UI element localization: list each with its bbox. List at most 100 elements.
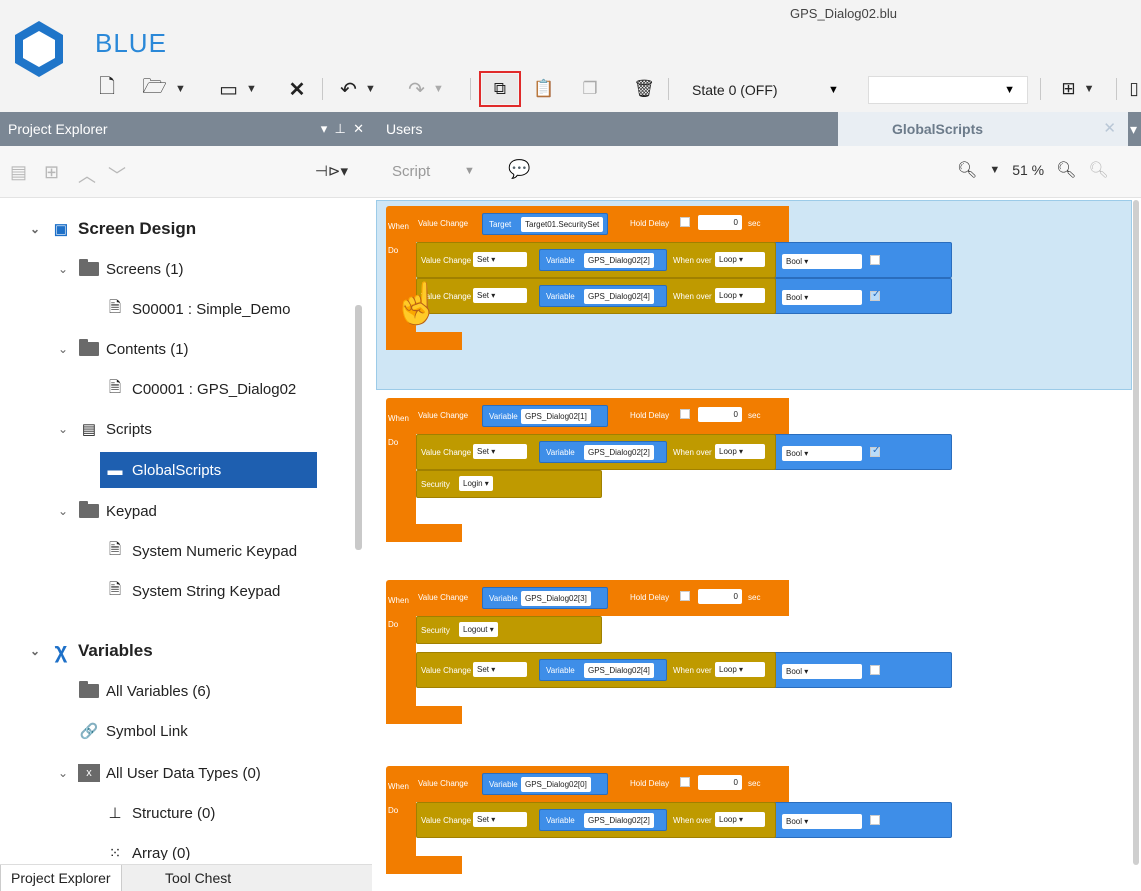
chevron-down-icon[interactable]: ▼ bbox=[828, 76, 839, 104]
op-select[interactable]: Set ▾ bbox=[473, 288, 527, 303]
pin-icon[interactable]: ⊣⊳▾ bbox=[315, 162, 348, 180]
add-item-icon[interactable]: ▤ bbox=[10, 162, 27, 183]
duplicate-icon[interactable]: ❐ bbox=[574, 74, 606, 104]
tab-overflow-icon[interactable]: ▾ bbox=[1128, 112, 1141, 146]
security-action[interactable]: Security Login ▾ bbox=[416, 470, 602, 498]
op-select[interactable]: Set ▾ bbox=[473, 662, 527, 677]
script-event-block[interactable]: When Do Value Change Variable GPS_Dialog02[0… bbox=[386, 766, 966, 874]
dtype-select[interactable]: Bool ▾ bbox=[782, 664, 862, 679]
close-icon[interactable]: ✕ bbox=[1103, 112, 1116, 146]
tab-users[interactable]: Users bbox=[372, 112, 652, 146]
dtype-select[interactable]: Bool ▾ bbox=[782, 814, 862, 829]
tree-node-contents[interactable]: ⌄ Contents (1) bbox=[58, 334, 189, 364]
undo-icon[interactable]: ↶ ▼ bbox=[330, 74, 386, 104]
variable-field[interactable]: GPS_Dialog02[2] bbox=[584, 445, 654, 460]
chevron-down-icon[interactable]: ⌄ bbox=[30, 644, 50, 658]
variable-slot[interactable]: Variable GPS_Dialog02[4] bbox=[539, 659, 667, 681]
tree-node-string-keypad[interactable]: 🗎 System String Keypad bbox=[104, 576, 280, 606]
script-event-block[interactable]: When Do Value Change Target Target01.Securit… bbox=[386, 206, 966, 350]
loop-select[interactable]: Loop ▾ bbox=[715, 288, 765, 303]
variable-slot[interactable]: Variable GPS_Dialog02[4] bbox=[539, 285, 667, 307]
value-checkbox[interactable] bbox=[870, 255, 880, 265]
script-event-block[interactable]: When Do Value Change Variable GPS_Dialog02[1… bbox=[386, 398, 966, 542]
variable-slot[interactable]: Variable GPS_Dialog02[2] bbox=[539, 441, 667, 463]
value-checkbox[interactable] bbox=[870, 289, 880, 301]
tree-node-structure[interactable]: ⊥ Structure (0) bbox=[104, 798, 215, 828]
zoom-fit-icon[interactable]: 🔍︎ bbox=[1088, 160, 1108, 180]
pane-controls[interactable]: ▾ ⊥ ✕ bbox=[321, 112, 364, 146]
script-dropdown[interactable]: Script bbox=[392, 163, 430, 180]
secondary-combo[interactable]: ▼ bbox=[868, 76, 1028, 104]
copy-icon[interactable]: ⧉ bbox=[479, 71, 521, 107]
hold-delay-checkbox[interactable] bbox=[680, 777, 690, 787]
redo-icon[interactable]: ↷ ▼ bbox=[398, 74, 454, 104]
tree-node-scripts[interactable]: ⌄ ▤ Scripts bbox=[58, 414, 152, 444]
delay-field[interactable]: 0 bbox=[698, 407, 742, 422]
variable-field[interactable]: GPS_Dialog02[2] bbox=[584, 813, 654, 828]
tree-node-variables[interactable]: ⌄ χ Variables bbox=[30, 636, 153, 666]
delete-icon[interactable]: ✕ bbox=[280, 74, 314, 104]
delay-field[interactable]: 0 bbox=[698, 775, 742, 790]
op-select[interactable]: Set ▾ bbox=[473, 812, 527, 827]
variable-field[interactable]: GPS_Dialog02[4] bbox=[584, 663, 654, 678]
chevron-down-icon[interactable]: ⌄ bbox=[58, 342, 78, 356]
loop-select[interactable]: Loop ▾ bbox=[715, 662, 765, 677]
tree-node-numeric-keypad[interactable]: 🗎 System Numeric Keypad bbox=[104, 536, 297, 566]
state-selector[interactable]: State 0 (OFF) bbox=[680, 76, 816, 104]
value-checkbox[interactable] bbox=[870, 815, 880, 825]
chevron-down-icon[interactable]: ▼ bbox=[989, 164, 1000, 176]
more-icon[interactable]: ▯ bbox=[1126, 74, 1141, 104]
canvas-scrollbar[interactable] bbox=[1133, 200, 1139, 865]
script-event-block[interactable]: When Do Value Change Variable GPS_Dialog02[3… bbox=[386, 580, 966, 724]
variable-slot[interactable]: Variable GPS_Dialog02[2] bbox=[539, 249, 667, 271]
hold-delay-checkbox[interactable] bbox=[680, 217, 690, 227]
tab-project-explorer[interactable]: Project Explorer bbox=[0, 865, 122, 891]
chevron-down-icon[interactable]: ⌄ bbox=[58, 504, 78, 518]
value-checkbox[interactable] bbox=[870, 665, 880, 675]
tree-node-all-variables[interactable]: All Variables (6) bbox=[78, 676, 211, 706]
tab-globalscripts[interactable]: GlobalScripts ✕ bbox=[838, 112, 1128, 146]
layout-icon[interactable]: ⊞ ▼ bbox=[1050, 74, 1106, 104]
trash-icon[interactable]: 🗑 bbox=[628, 74, 660, 104]
chevron-down-icon[interactable]: ⌄ bbox=[58, 766, 78, 780]
tree-node-screens[interactable]: ⌄ Screens (1) bbox=[58, 254, 184, 284]
security-select[interactable]: Login ▾ bbox=[459, 476, 493, 491]
delay-field[interactable]: 0 bbox=[698, 215, 742, 230]
delay-field[interactable]: 0 bbox=[698, 589, 742, 604]
op-select[interactable]: Set ▾ bbox=[473, 444, 527, 459]
move-down-icon[interactable]: ﹀ bbox=[108, 162, 126, 188]
add-folder-icon[interactable]: ⊞ bbox=[44, 162, 59, 183]
variable-field[interactable]: GPS_Dialog02[4] bbox=[584, 289, 654, 304]
loop-select[interactable]: Loop ▾ bbox=[715, 252, 765, 267]
source-slot[interactable]: Target Target01.SecuritySet bbox=[482, 213, 608, 235]
tree-node-content-item[interactable]: 🗎 C00001 : GPS_Dialog02 bbox=[104, 374, 296, 404]
variable-slot[interactable]: Variable GPS_Dialog02[2] bbox=[539, 809, 667, 831]
value-change-action[interactable]: Value Change Set ▾ Variable GPS_Dialog02[4]… bbox=[416, 652, 776, 688]
op-select[interactable]: Set ▾ bbox=[473, 252, 527, 267]
source-slot[interactable]: Variable GPS_Dialog02[1] bbox=[482, 405, 608, 427]
security-action[interactable]: Security Logout ▾ bbox=[416, 616, 602, 644]
value-checkbox[interactable] bbox=[870, 445, 880, 457]
tree-node-screen-item[interactable]: 🗎 S00001 : Simple_Demo bbox=[104, 294, 290, 324]
tree-node-global-scripts[interactable]: ▬ GlobalScripts bbox=[100, 452, 317, 488]
zoom-out-icon[interactable]: 🔍︎ bbox=[957, 160, 977, 180]
value-change-action[interactable]: Value Change Set ▾ Variable GPS_Dialog02[2]… bbox=[416, 802, 776, 838]
hold-delay-checkbox[interactable] bbox=[680, 591, 690, 601]
dtype-select[interactable]: Bool ▾ bbox=[782, 290, 862, 305]
tree-node-user-data-types[interactable]: ⌄ x All User Data Types (0) bbox=[58, 758, 261, 788]
variable-field[interactable]: GPS_Dialog02[2] bbox=[584, 253, 654, 268]
source-slot[interactable]: Variable GPS_Dialog02[3] bbox=[482, 587, 608, 609]
source-field[interactable]: GPS_Dialog02[3] bbox=[521, 591, 591, 606]
source-field[interactable]: GPS_Dialog02[0] bbox=[521, 777, 591, 792]
value-change-action[interactable]: Value Change Set ▾ Variable GPS_Dialog02[4]… bbox=[416, 278, 776, 314]
chevron-down-icon[interactable]: ⌄ bbox=[30, 222, 50, 236]
source-field[interactable]: GPS_Dialog02[1] bbox=[521, 409, 591, 424]
source-slot[interactable]: Variable GPS_Dialog02[0] bbox=[482, 773, 608, 795]
comment-icon[interactable]: 💬 bbox=[508, 159, 530, 180]
security-select[interactable]: Logout ▾ bbox=[459, 622, 498, 637]
tree-node-keypad[interactable]: ⌄ Keypad bbox=[58, 496, 157, 526]
script-canvas[interactable]: When Do Value Change Target Target01.Securit… bbox=[374, 198, 1132, 891]
loop-select[interactable]: Loop ▾ bbox=[715, 444, 765, 459]
chevron-down-icon[interactable]: ⌄ bbox=[58, 262, 78, 276]
new-file-icon[interactable]: 🗋 bbox=[92, 74, 122, 104]
